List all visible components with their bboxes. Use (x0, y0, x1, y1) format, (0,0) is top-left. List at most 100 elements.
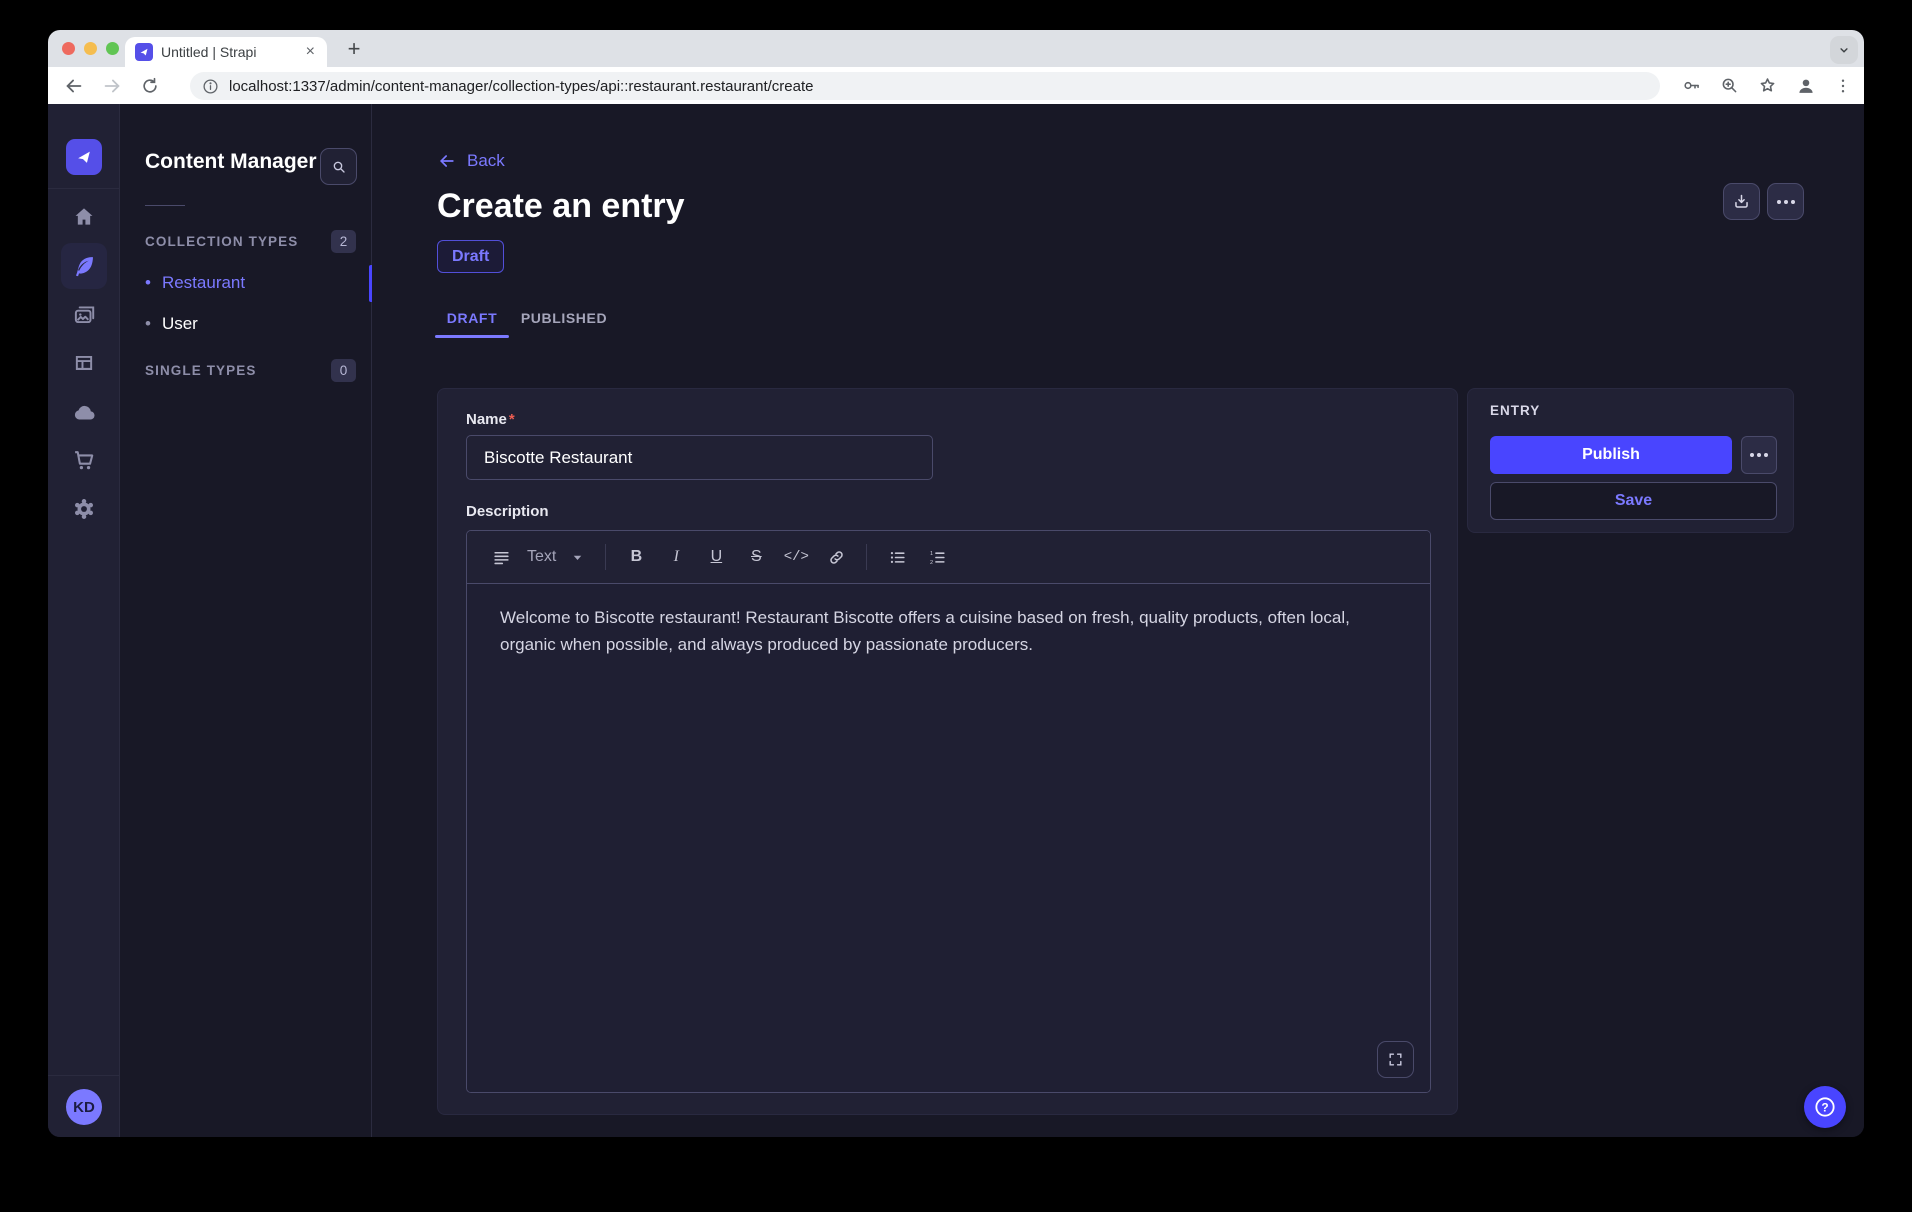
strapi-favicon (135, 43, 153, 61)
strapi-admin: KD Content Manager COLLECTION TYPES 2 Re… (48, 104, 1864, 1137)
page-title: Create an entry (437, 187, 685, 226)
forward-arrow-icon[interactable] (100, 74, 124, 98)
browser-titlebar: Untitled | Strapi × + (48, 30, 1864, 67)
back-arrow-icon[interactable] (62, 74, 86, 98)
rail-bottom-divider (48, 1075, 119, 1076)
bullet-icon (145, 314, 151, 334)
content-manager-sidebar: Content Manager COLLECTION TYPES 2 Resta… (120, 104, 372, 1137)
strapi-logo[interactable] (66, 139, 102, 175)
marketplace-cart-icon[interactable] (61, 437, 107, 483)
rail-divider (48, 188, 119, 189)
toolbar-divider (866, 544, 867, 570)
tab-draft[interactable]: DRAFT (435, 304, 509, 332)
italic-button[interactable]: I (656, 540, 696, 574)
bookmark-star-icon[interactable] (1757, 75, 1778, 96)
download-icon[interactable] (1723, 183, 1760, 220)
name-input-value: Biscotte Restaurant (484, 448, 632, 468)
entry-panel-title: ENTRY (1490, 403, 1777, 418)
address-bar[interactable]: localhost:1337/admin/content-manager/col… (190, 72, 1660, 100)
description-field-label: Description (466, 503, 549, 520)
editor-toolbar: Text B I U S </> (467, 531, 1430, 584)
sidebar-item-label: Restaurant (162, 273, 245, 293)
name-input[interactable]: Biscotte Restaurant (466, 435, 933, 480)
more-options-icon[interactable] (1767, 183, 1804, 220)
status-badge: Draft (437, 240, 504, 273)
count-badge: 2 (331, 230, 356, 253)
underline-button[interactable]: U (696, 540, 736, 574)
sidebar-item-restaurant[interactable]: Restaurant (145, 268, 356, 298)
close-button[interactable] (62, 42, 75, 55)
strikethrough-button[interactable]: S (736, 540, 776, 574)
home-icon[interactable] (61, 194, 107, 240)
content-type-builder-icon[interactable] (61, 340, 107, 386)
code-button[interactable]: </> (776, 540, 816, 574)
tab-title: Untitled | Strapi (161, 44, 304, 60)
main-content: Back Create an entry Draft DRAFT PUBLISH… (372, 104, 1864, 1137)
entry-panel: ENTRY Publish Save (1467, 388, 1794, 533)
count-badge: 0 (331, 359, 356, 382)
section-collection-types: COLLECTION TYPES 2 (145, 229, 356, 253)
help-question-icon[interactable]: ? (1804, 1086, 1846, 1128)
media-library-icon[interactable] (61, 292, 107, 338)
settings-gear-icon[interactable] (61, 486, 107, 532)
deploy-cloud-icon[interactable] (61, 389, 107, 435)
browser-window: Untitled | Strapi × + local (48, 30, 1864, 1137)
active-tab-underline (435, 335, 509, 338)
fullscreen-button[interactable] (106, 42, 119, 55)
info-icon[interactable] (202, 78, 219, 95)
zoom-in-icon[interactable] (1719, 75, 1740, 96)
svg-text:2: 2 (930, 559, 933, 565)
back-label: Back (467, 151, 505, 171)
minimize-button[interactable] (84, 42, 97, 55)
required-asterisk: * (509, 411, 515, 428)
svg-text:1: 1 (930, 551, 933, 557)
section-label: COLLECTION TYPES (145, 234, 298, 249)
main-nav-rail: KD (48, 104, 120, 1137)
browser-tab[interactable]: Untitled | Strapi × (125, 37, 327, 67)
svg-text:?: ? (1821, 1100, 1828, 1114)
bold-button[interactable]: B (616, 540, 656, 574)
bulleted-list-icon[interactable] (877, 540, 917, 574)
sidebar-divider (145, 205, 185, 206)
new-tab-button[interactable]: + (340, 35, 368, 63)
toolbar-divider (605, 544, 606, 570)
tab-close-icon[interactable]: × (304, 42, 317, 62)
entry-form-panel: Name* Biscotte Restaurant Description (437, 388, 1458, 1115)
content-manager-feather-icon[interactable] (61, 243, 107, 289)
description-content[interactable]: Welcome to Biscotte restaurant! Restaura… (500, 604, 1405, 658)
sidebar-title: Content Manager (145, 150, 317, 174)
sidebar-item-user[interactable]: User (145, 309, 356, 339)
save-button[interactable]: Save (1490, 482, 1777, 520)
menu-dots-icon[interactable] (1834, 77, 1852, 95)
description-editor: Text B I U S </> (466, 530, 1431, 1093)
align-icon[interactable] (481, 540, 521, 574)
profile-icon[interactable] (1795, 75, 1817, 97)
numbered-list-icon[interactable]: 12 (917, 540, 957, 574)
url-text: localhost:1337/admin/content-manager/col… (229, 78, 814, 95)
back-link[interactable]: Back (437, 151, 505, 171)
publish-button[interactable]: Publish (1490, 436, 1732, 474)
editor-body[interactable]: Welcome to Biscotte restaurant! Restaura… (467, 584, 1430, 1093)
section-single-types: SINGLE TYPES 0 (145, 358, 356, 382)
link-icon[interactable] (816, 540, 856, 574)
window-controls (62, 42, 119, 55)
sidebar-item-label: User (162, 314, 198, 334)
caret-down-icon (570, 550, 585, 565)
section-label: SINGLE TYPES (145, 363, 256, 378)
user-avatar[interactable]: KD (66, 1089, 102, 1125)
back-arrow-icon (437, 151, 457, 171)
block-type-select[interactable]: Text (527, 548, 585, 566)
reload-icon[interactable] (138, 74, 162, 98)
screenshot-root: Untitled | Strapi × + local (0, 0, 1912, 1212)
block-type-value: Text (527, 548, 556, 566)
browser-toolbar: localhost:1337/admin/content-manager/col… (48, 67, 1864, 104)
toolbar-right (1681, 67, 1852, 104)
entry-more-options-icon[interactable] (1741, 436, 1777, 474)
bullet-icon (145, 273, 151, 293)
tab-published[interactable]: PUBLISHED (528, 304, 600, 332)
expand-icon[interactable] (1377, 1041, 1414, 1078)
password-key-icon[interactable] (1681, 75, 1702, 96)
name-field-label: Name* (466, 411, 515, 428)
search-icon[interactable] (320, 148, 357, 185)
tab-search-chevron-icon[interactable] (1830, 36, 1858, 64)
